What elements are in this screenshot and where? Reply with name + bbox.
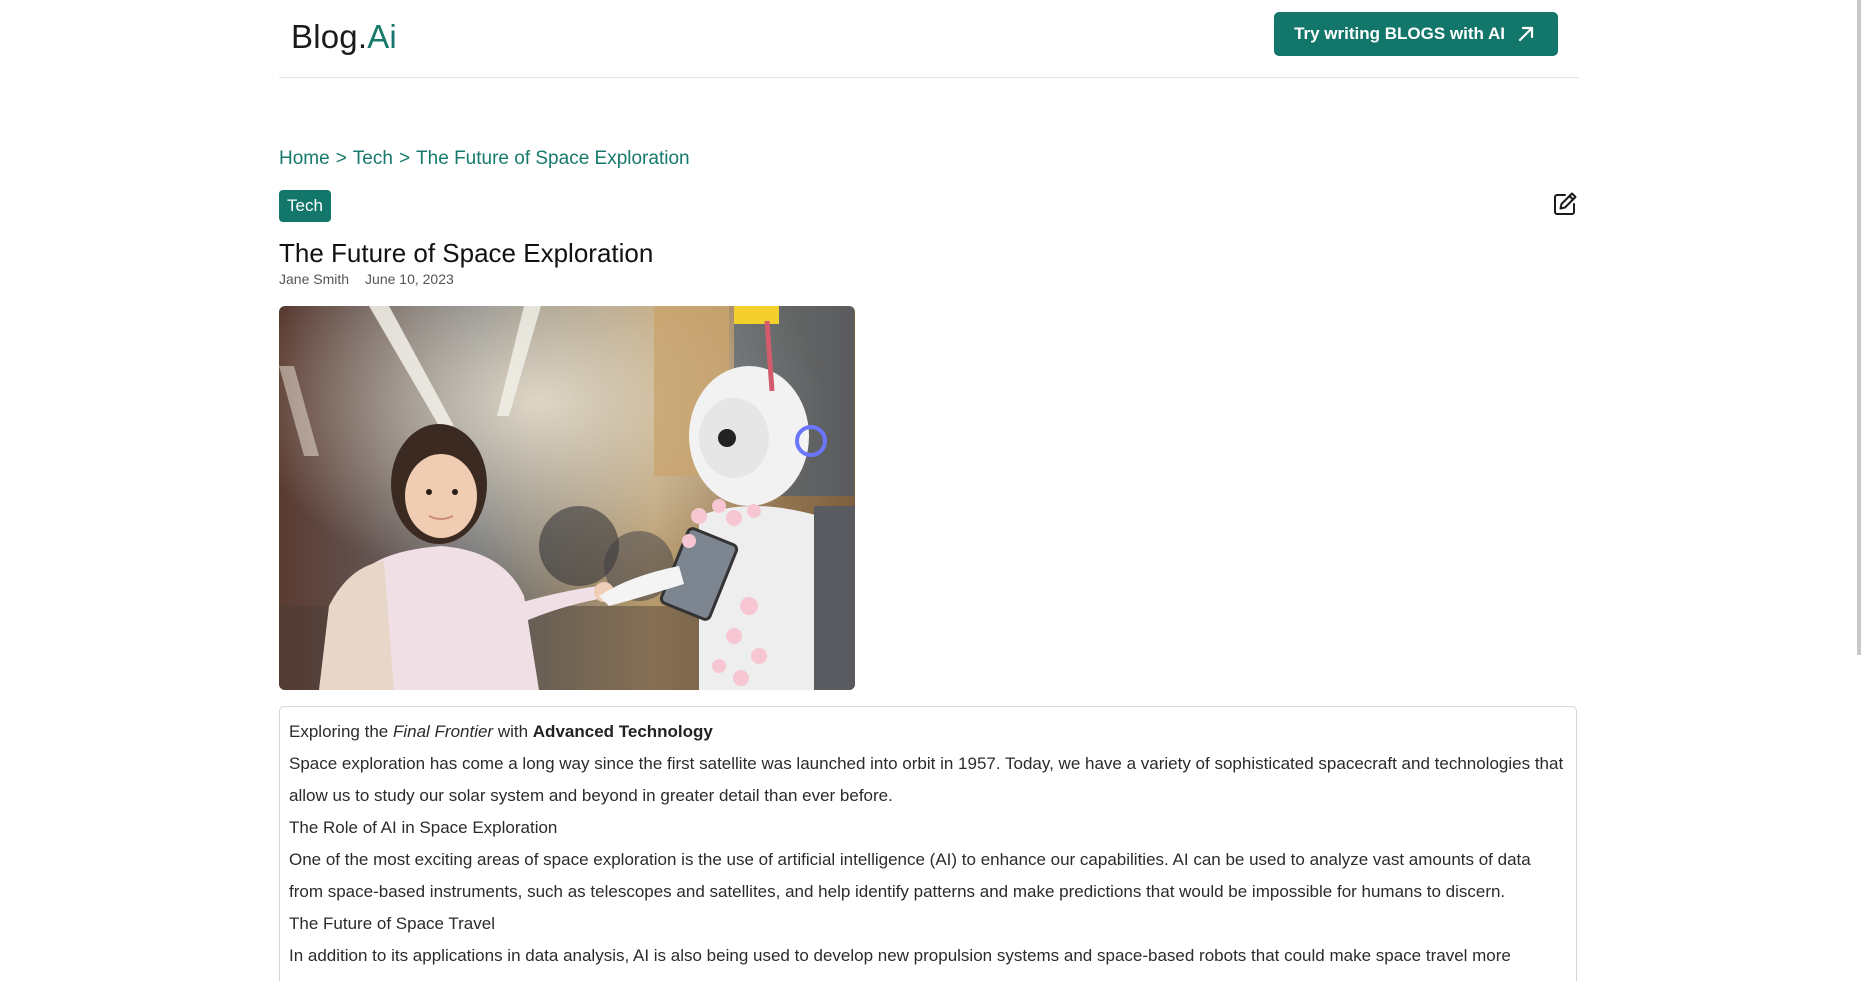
- cta-label: Try writing BLOGS with AI: [1294, 24, 1505, 43]
- breadcrumb-home[interactable]: Home: [279, 148, 330, 170]
- scrollbar[interactable]: [1857, 0, 1861, 655]
- header: Blog.Ai Try writing BLOGS with AI: [279, 0, 1579, 78]
- post-author: Jane Smith: [279, 271, 350, 287]
- page: Blog.Ai Try writing BLOGS with AI Home >…: [0, 0, 1861, 981]
- breadcrumb-separator: >: [335, 148, 347, 169]
- post-meta: Jane Smith June 10, 2023: [279, 271, 454, 287]
- content-paragraph: Space exploration has come a long way si…: [289, 754, 1564, 805]
- logo-accent: Ai: [367, 18, 397, 55]
- try-writing-blogs-button[interactable]: Try writing BLOGS with AI: [1274, 12, 1558, 56]
- content-heading: The Role of AI in Space Exploration: [289, 818, 558, 837]
- breadcrumb-current[interactable]: The Future of Space Exploration: [416, 148, 690, 170]
- logo-main: Blog.: [291, 18, 368, 55]
- intro-bold: Advanced Technology: [532, 722, 713, 741]
- category-tag[interactable]: Tech: [279, 190, 331, 222]
- post-content: Exploring the Final Frontier with Advanc…: [279, 706, 1577, 981]
- hero-illustration: [279, 306, 855, 690]
- content-paragraph: In addition to its applications in data …: [289, 946, 1511, 981]
- intro-middle: with: [493, 722, 533, 741]
- logo[interactable]: Blog.Ai: [291, 18, 397, 56]
- content-intro: Exploring the Final Frontier with Advanc…: [289, 716, 1567, 748]
- content-heading: The Future of Space Travel: [289, 914, 495, 933]
- main-container: Blog.Ai Try writing BLOGS with AI Home >…: [279, 0, 1579, 981]
- hero-image: [279, 306, 855, 690]
- post-title: The Future of Space Exploration: [279, 238, 654, 268]
- post-date: June 10, 2023: [365, 271, 454, 287]
- content-paragraph: One of the most exciting areas of space …: [289, 850, 1531, 901]
- breadcrumb: Home > Tech > The Future of Space Explor…: [279, 148, 690, 170]
- intro-italic: Final Frontier: [392, 722, 494, 741]
- arrow-up-right-icon: [1518, 26, 1534, 42]
- edit-icon[interactable]: [1551, 190, 1579, 218]
- breadcrumb-separator: >: [398, 148, 411, 169]
- breadcrumb-tech[interactable]: Tech: [353, 148, 393, 170]
- intro-prefix: Exploring the: [289, 722, 393, 741]
